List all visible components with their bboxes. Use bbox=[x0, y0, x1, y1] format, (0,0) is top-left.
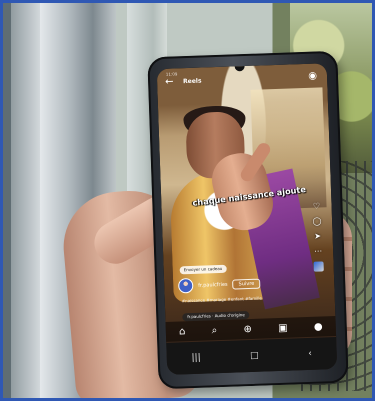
home-button-icon[interactable]: □ bbox=[250, 351, 259, 361]
side-actions: ♡ ◯ ➤ ⋯ bbox=[307, 201, 328, 278]
likes-count bbox=[308, 210, 326, 211]
share-icon[interactable]: ➤ bbox=[308, 231, 326, 241]
phone-screen[interactable]: 11:09 ← Reels ◉ chaque naissance ajoute … bbox=[156, 63, 338, 375]
screenshot-frame: 11:09 ← Reels ◉ chaque naissance ajoute … bbox=[0, 0, 375, 401]
gift-chip[interactable]: Envoyer un cadeau bbox=[179, 264, 227, 275]
arrow-left-icon[interactable]: ← bbox=[165, 77, 174, 88]
comment-icon[interactable]: ◯ bbox=[308, 216, 326, 226]
avatar[interactable] bbox=[177, 277, 194, 294]
profile-icon[interactable]: ● bbox=[314, 321, 323, 332]
recent-apps-icon[interactable]: ||| bbox=[191, 353, 200, 363]
shares-count bbox=[309, 240, 327, 241]
back-button-icon[interactable]: ‹ bbox=[308, 349, 312, 359]
profile-row: fr.paulcfries Suivre bbox=[177, 276, 261, 294]
reels-icon[interactable]: ▣ bbox=[278, 322, 288, 333]
heart-icon[interactable]: ♡ bbox=[307, 201, 325, 211]
comments-count bbox=[308, 225, 326, 226]
android-system-bar: ||| □ ‹ bbox=[166, 336, 338, 375]
home-icon[interactable]: ⌂ bbox=[179, 326, 186, 337]
camera-icon[interactable]: ◉ bbox=[308, 71, 317, 82]
username[interactable]: fr.paulcfries bbox=[198, 281, 228, 288]
plus-icon[interactable]: ⊕ bbox=[243, 323, 252, 334]
search-icon[interactable]: ⌕ bbox=[211, 325, 217, 336]
more-icon[interactable]: ⋯ bbox=[309, 246, 327, 256]
smartphone: 11:09 ← Reels ◉ chaque naissance ajoute … bbox=[147, 50, 349, 390]
follow-button[interactable]: Suivre bbox=[232, 278, 261, 290]
reels-title: Reels bbox=[183, 77, 202, 86]
audio-thumbnail[interactable] bbox=[313, 261, 324, 272]
